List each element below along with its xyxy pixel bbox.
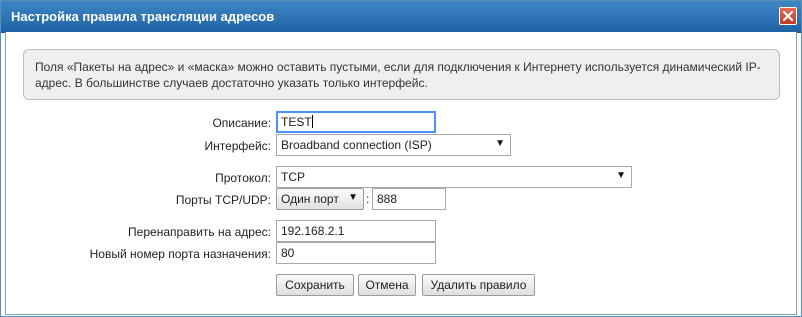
description-input[interactable]: TEST <box>276 111 436 133</box>
close-icon[interactable] <box>779 7 797 25</box>
dest-port-value: 80 <box>281 246 295 260</box>
cancel-button[interactable]: Отмена <box>358 274 416 296</box>
redirect-value: 192.168.2.1 <box>281 224 345 238</box>
info-notice: Поля «Пакеты на адрес» и «маска» можно о… <box>23 49 780 100</box>
interface-select[interactable]: Broadband connection (ISP) ▼ <box>276 134 511 156</box>
save-button[interactable]: Сохранить <box>276 274 354 296</box>
description-value: TEST <box>281 115 312 129</box>
interface-value: Broadband connection (ISP) <box>281 138 432 152</box>
redirect-label: Перенаправить на адрес: <box>128 225 271 239</box>
delete-rule-button[interactable]: Удалить правило <box>422 274 535 296</box>
chevron-down-icon: ▼ <box>616 170 626 181</box>
description-label: Описание: <box>212 116 271 130</box>
port-input[interactable]: 888 <box>372 188 446 210</box>
port-separator: : <box>366 192 370 206</box>
protocol-select[interactable]: TCP ▼ <box>276 166 632 188</box>
port-mode-select[interactable]: Один порт ▼ <box>276 188 364 210</box>
dialog-titlebar[interactable]: Настройка правила трансляции адресов <box>1 1 801 33</box>
chevron-down-icon: ▼ <box>495 138 505 149</box>
close-x-glyph <box>783 11 793 21</box>
text-caret <box>311 115 313 128</box>
dest-port-input[interactable]: 80 <box>276 242 436 264</box>
ports-label: Порты TCP/UDP: <box>175 193 271 207</box>
dest-port-label: Новый номер порта назначения: <box>89 247 271 261</box>
nat-rule-dialog: Настройка правила трансляции адресов Пол… <box>0 0 802 317</box>
port-value: 888 <box>377 192 398 206</box>
redirect-address-input[interactable]: 192.168.2.1 <box>276 220 436 242</box>
protocol-label: Протокол: <box>215 171 271 185</box>
interface-label: Интерфейс: <box>204 139 271 153</box>
protocol-value: TCP <box>281 170 305 184</box>
dialog-title: Настройка правила трансляции адресов <box>11 9 275 24</box>
chevron-down-icon: ▼ <box>348 192 358 203</box>
port-mode-value: Один порт <box>281 192 339 206</box>
